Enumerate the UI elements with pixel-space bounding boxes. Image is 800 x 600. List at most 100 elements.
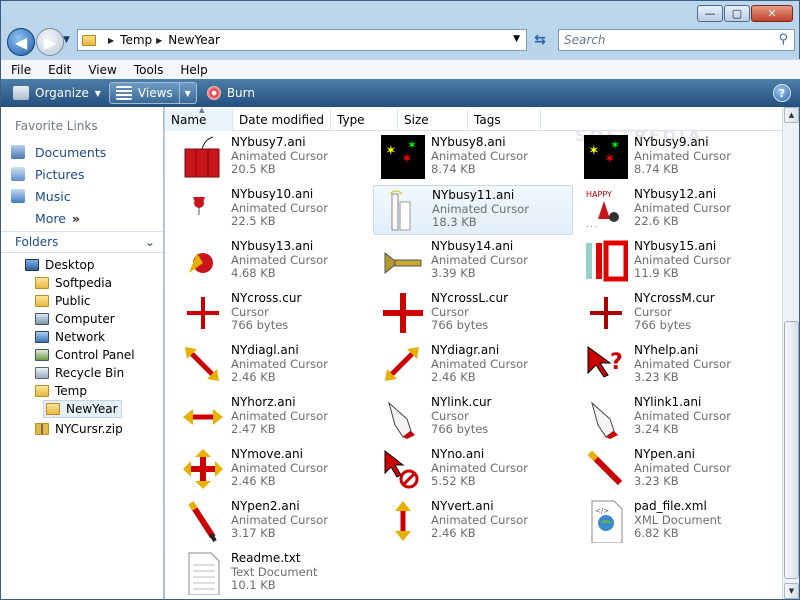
maximize-button[interactable]: ▢ [724,5,750,22]
menu-view[interactable]: View [86,63,118,77]
tree-item-computer[interactable]: Computer [35,310,115,328]
tree-item-nycursr-zip[interactable]: NYCursr.zip [35,420,123,438]
disc-icon [206,86,221,100]
file-item[interactable]: NYlink.cur Cursor 766 bytes [373,393,573,443]
file-item[interactable]: HAPPY · · · NYbusy12.ani Animated Cursor 22.… [576,185,776,235]
column-tags[interactable]: Tags [468,109,541,131]
close-button[interactable]: ✕ [751,5,793,22]
column-size[interactable]: Size [398,109,468,131]
file-name: NYbusy15.ani [634,239,717,253]
file-name: pad_file.xml [634,499,707,513]
file-type: Animated Cursor [231,253,328,267]
file-item[interactable]: NYbusy7.ani Animated Cursor 20.5 KB [173,133,373,183]
file-item[interactable]: NYbusy13.ani Animated Cursor 4.68 KB [173,237,373,287]
file-item[interactable]: NYcrossM.cur Cursor 766 bytes [576,289,776,339]
file-item[interactable]: NYvert.ani Animated Cursor 2.46 KB [373,497,573,547]
file-item[interactable]: NYmove.ani Animated Cursor 2.46 KB [173,445,373,495]
file-item[interactable]: NYbusy14.ani Animated Cursor 3.39 KB [373,237,573,287]
file-size: 11.9 KB [634,266,679,280]
column-name[interactable]: ▲ Name [165,107,233,131]
chevron-down-icon[interactable]: ⌄ [145,235,155,249]
burn-button[interactable]: Burn [201,81,261,105]
fav-more[interactable]: More » [11,207,106,229]
file-item[interactable]: NYlink1.ani Animated Cursor 3.24 KB [576,393,776,443]
file-item[interactable]: ✶ ✶ ✶ NYbusy8.ani Animated Cursor 8.74 KB [373,133,573,183]
file-name: NYdiagr.ani [431,343,500,357]
scroll-down-button[interactable]: ▼ [784,583,799,599]
file-item[interactable]: NYdiagr.ani Animated Cursor 2.46 KB [373,341,573,391]
forward-button[interactable]: ▶ [36,28,64,56]
refresh-button[interactable]: ⇆ [529,29,551,51]
menu-tools[interactable]: Tools [132,63,166,77]
file-size: 766 bytes [231,318,289,332]
file-item[interactable]: ? NYhelp.ani Animated Cursor 3.23 KB [576,341,776,391]
tree-label: Computer [55,312,115,326]
menu-file[interactable]: File [9,63,33,77]
hand-pointer-icon [584,395,628,439]
file-size: 766 bytes [634,318,692,332]
file-size: 10.1 KB [231,578,276,592]
views-button[interactable]: Views [110,83,180,103]
help-cursor-icon: ? [584,343,628,387]
file-item[interactable]: NYhorz.ani Animated Cursor 2.47 KB [173,393,373,443]
file-type: Animated Cursor [634,201,731,215]
chevron-right-icon[interactable]: ▶ [108,36,114,45]
file-item[interactable]: </> pad_file.xml XML Document 6.82 KB [576,497,776,547]
address-dropdown-icon[interactable]: ▼ [513,34,520,44]
folder-icon [35,385,49,397]
file-item[interactable]: NYpen2.ani Animated Cursor 3.17 KB [173,497,373,547]
scroll-thumb[interactable] [784,321,799,579]
search-input[interactable]: Search ⚲ [558,29,795,51]
organize-button[interactable]: Organize ▼ [7,81,107,105]
tree-item-temp[interactable]: Temp [35,382,87,400]
file-item[interactable]: NYbusy11.ani Animated Cursor 18.3 KB [373,185,573,235]
column-date-modified[interactable]: Date modified [233,109,331,131]
tree-item-recycle-bin[interactable]: Recycle Bin [35,364,124,382]
menu-help[interactable]: Help [178,63,209,77]
minimize-button[interactable]: — [697,5,723,22]
search-icon[interactable]: ⚲ [778,32,788,47]
column-label: Date modified [239,113,325,127]
address-bar[interactable]: ▶ Temp ▶ NewYear ▼ [77,29,527,51]
tree-item-softpedia[interactable]: Softpedia [35,274,112,292]
fav-pictures[interactable]: Pictures [11,163,106,185]
views-dropdown[interactable]: ▼ [180,83,196,103]
breadcrumb-newyear[interactable]: NewYear [168,33,220,47]
text-document-icon [181,551,225,596]
horn-icon [381,239,425,283]
file-item[interactable]: NYdiagl.ani Animated Cursor 2.46 KB [173,341,373,391]
menu-edit[interactable]: Edit [46,63,73,77]
breadcrumb-temp[interactable]: Temp [120,33,152,47]
file-item[interactable]: Readme.txt Text Document 10.1 KB [173,549,373,599]
folder-icon [82,34,96,46]
file-item[interactable]: NYbusy10.ani Animated Cursor 22.5 KB [173,185,373,235]
fav-music[interactable]: Music [11,185,106,207]
svg-text:✶: ✶ [610,138,620,152]
fav-documents[interactable]: Documents [11,141,106,163]
column-type[interactable]: Type [331,109,398,131]
file-item[interactable]: ✶ ✶ ✶ NYbusy9.ani Animated Cursor 8.74 KB [576,133,776,183]
help-icon[interactable]: ? [773,84,791,102]
tree-item-public[interactable]: Public [35,292,91,310]
tree-item-desktop[interactable]: Desktop [25,256,95,274]
file-name: NYcross.cur [231,291,302,305]
folders-header[interactable]: Folders ⌄ [1,231,163,253]
tree-item-newyear[interactable]: NewYear [43,400,122,418]
recent-pages-dropdown[interactable]: ▼ [63,35,70,45]
file-item[interactable]: NYpen.ani Animated Cursor 3.23 KB [576,445,776,495]
tree-label: Temp [55,384,87,398]
file-item[interactable]: NYcrossL.cur Cursor 766 bytes [373,289,573,339]
file-type: Animated Cursor [431,357,528,371]
tree-item-network[interactable]: Network [35,328,105,346]
chevron-right-icon[interactable]: ▶ [156,36,162,45]
file-item[interactable]: NYbusy15.ani Animated Cursor 11.9 KB [576,237,776,287]
file-item[interactable]: NYno.ani Animated Cursor 5.52 KB [373,445,573,495]
tree-item-control-panel[interactable]: Control Panel [35,346,135,364]
scroll-up-button[interactable]: ▲ [784,107,799,123]
file-type: Animated Cursor [231,201,328,215]
vertical-scrollbar[interactable]: ▲ ▼ [782,107,799,599]
back-button[interactable]: ◀ [7,28,35,56]
file-item[interactable]: NYcross.cur Cursor 766 bytes [173,289,373,339]
file-size: 4.68 KB [231,266,276,280]
xml-document-icon: </> [584,499,628,544]
